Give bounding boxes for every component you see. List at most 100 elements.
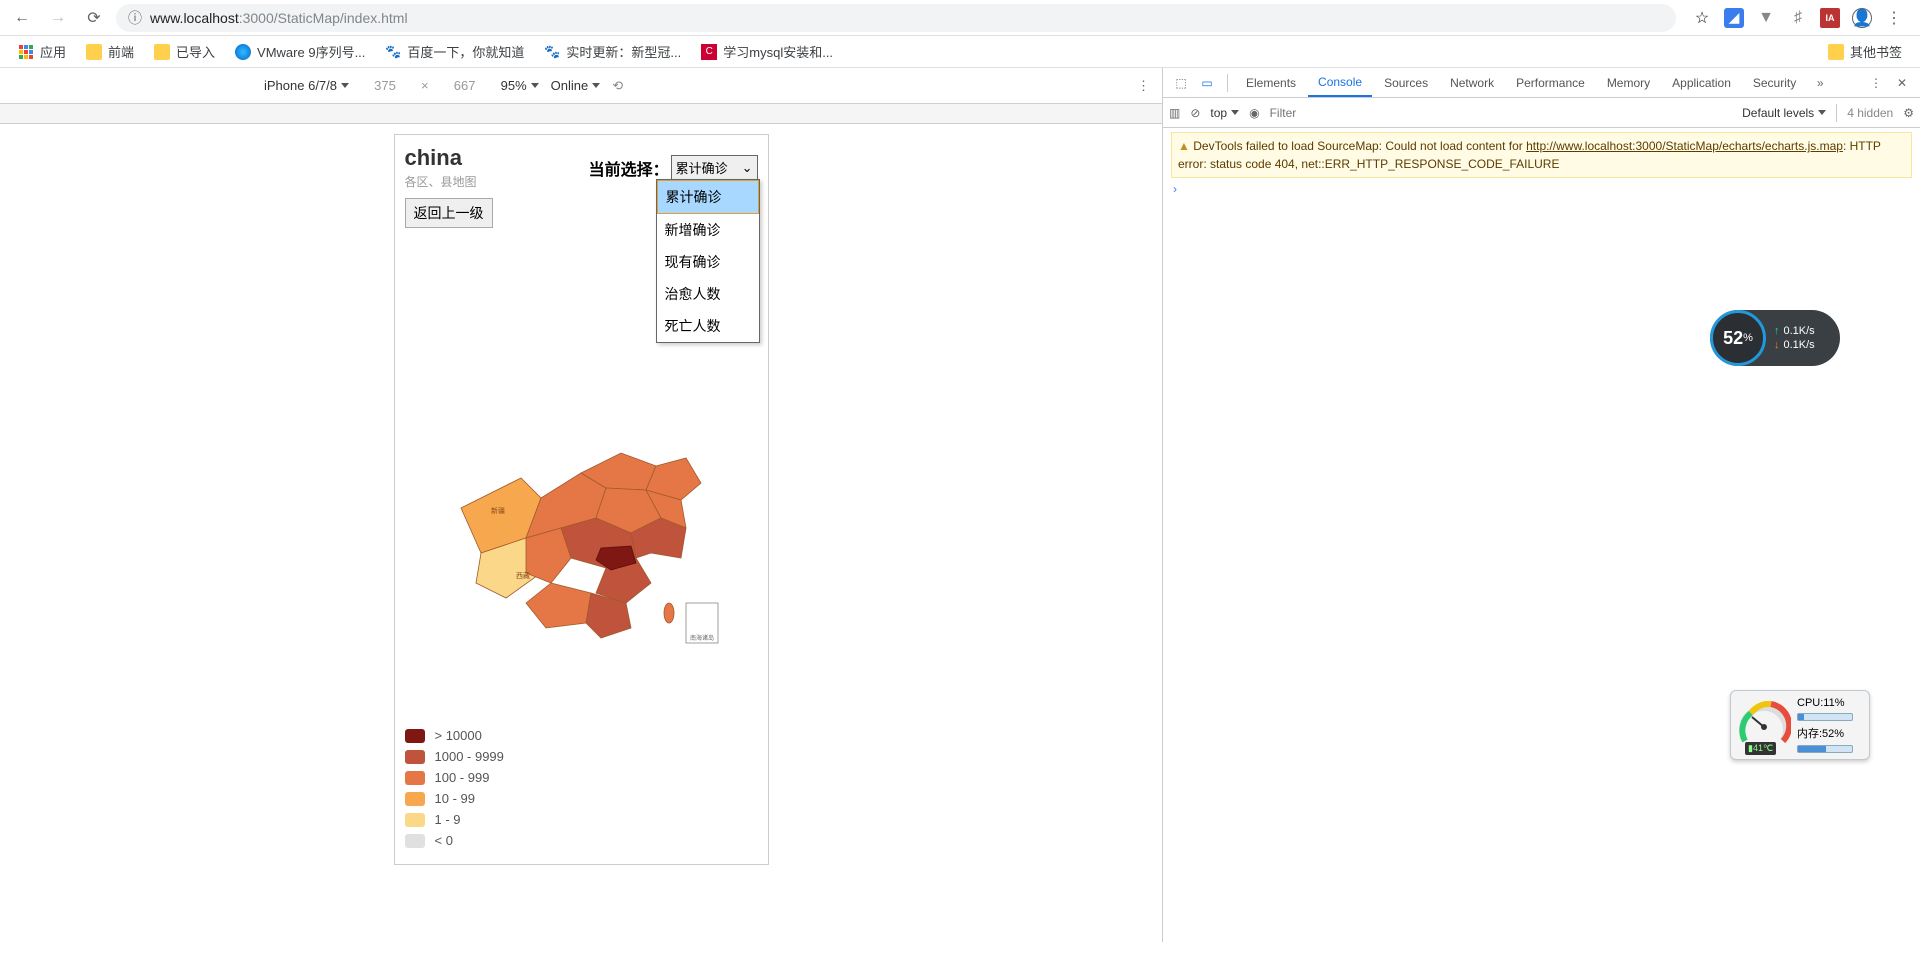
back-level-button[interactable]: 返回上一级 xyxy=(405,198,493,228)
settings-icon[interactable]: ⋮ xyxy=(1864,76,1888,90)
svg-text:新疆: 新疆 xyxy=(491,506,505,515)
height-input[interactable]: 667 xyxy=(441,78,489,93)
browser-nav-bar: ← → ⟳ ⓘ www.localhost:3000/StaticMap/ind… xyxy=(0,0,1920,36)
legend-swatch xyxy=(405,792,425,806)
legend-item: > 10000 xyxy=(405,728,758,743)
rotate-icon[interactable]: ⟲ xyxy=(612,78,623,94)
bookmark-3[interactable]: 🐾百度一下，你就知道 xyxy=(377,38,532,65)
profile-icon[interactable]: 👤 xyxy=(1852,8,1872,28)
metric-dropdown: 累计确诊 新增确诊 现有确诊 治愈人数 死亡人数 xyxy=(656,179,760,343)
bookmark-folder-1[interactable]: 已导入 xyxy=(146,38,223,65)
console-prompt[interactable]: › xyxy=(1171,178,1912,200)
map-legend: > 10000 1000 - 9999 100 - 999 10 - 99 1 … xyxy=(405,728,758,848)
tab-sources[interactable]: Sources xyxy=(1374,70,1438,96)
legend-item: < 0 xyxy=(405,833,758,848)
console-toolbar: ▥ ⊘ top ◉ Default levels 4 hidden ⚙ xyxy=(1163,98,1920,128)
folder-icon xyxy=(1828,44,1844,60)
chevron-down-icon xyxy=(1818,110,1826,115)
dropdown-option-0[interactable]: 累计确诊 xyxy=(657,180,759,214)
site-info-icon[interactable]: ⓘ xyxy=(128,8,142,28)
other-bookmarks[interactable]: 其他书签 xyxy=(1820,38,1910,65)
dropdown-option-2[interactable]: 现有确诊 xyxy=(657,246,759,278)
network-speed-widget[interactable]: 52% ↑0.1K/s ↓0.1K/s xyxy=(1710,310,1840,366)
filter-input[interactable] xyxy=(1270,106,1733,120)
baidu-icon: 🐾 xyxy=(385,44,401,60)
folder-icon xyxy=(154,44,170,60)
tab-application[interactable]: Application xyxy=(1662,70,1741,96)
throttle-selector[interactable]: Online xyxy=(551,78,601,93)
sourcemap-link[interactable]: http://www.localhost:3000/StaticMap/echa… xyxy=(1526,139,1843,153)
tab-elements[interactable]: Elements xyxy=(1236,70,1306,96)
china-map[interactable]: 南海诸岛 新疆 西藏 xyxy=(405,408,758,668)
more-tabs-icon[interactable]: » xyxy=(1808,76,1832,90)
zoom-selector[interactable]: 95% xyxy=(501,78,539,93)
download-stat: ↓0.1K/s xyxy=(1774,339,1815,351)
extension-icon-2[interactable]: ▼ xyxy=(1756,8,1776,28)
chevron-down-icon xyxy=(531,83,539,88)
menu-icon[interactable]: ⋮ xyxy=(1884,8,1904,28)
temp-badge: ▮41℃ xyxy=(1745,742,1776,755)
legend-swatch xyxy=(405,771,425,785)
bookmark-2[interactable]: VMware 9序列号... xyxy=(227,38,373,65)
address-bar[interactable]: ⓘ www.localhost:3000/StaticMap/index.htm… xyxy=(116,4,1676,32)
forward-button[interactable]: → xyxy=(44,4,72,32)
console-warning: ▲ DevTools failed to load SourceMap: Cou… xyxy=(1171,132,1912,178)
folder-icon xyxy=(86,44,102,60)
svg-text:南海诸岛: 南海诸岛 xyxy=(690,634,714,642)
tab-memory[interactable]: Memory xyxy=(1597,70,1660,96)
extension-icon-4[interactable]: IA xyxy=(1820,8,1840,28)
extension-icon-1[interactable]: ◢ xyxy=(1724,8,1744,28)
bookmark-folder-0[interactable]: 前端 xyxy=(78,38,142,65)
mem-label: 内存:52% xyxy=(1797,725,1853,741)
apps-icon xyxy=(18,44,34,60)
map-svg: 南海诸岛 新疆 西藏 xyxy=(431,418,731,658)
dropdown-option-4[interactable]: 死亡人数 xyxy=(657,310,759,342)
apps-label: 应用 xyxy=(40,42,66,61)
metric-select[interactable]: 累计确诊 ⌄ xyxy=(671,155,758,180)
url-text: www.localhost:3000/StaticMap/index.html xyxy=(150,10,408,26)
bookmark-5[interactable]: C学习mysql安装和... xyxy=(693,38,841,65)
eye-icon[interactable]: ◉ xyxy=(1249,106,1259,120)
more-icon[interactable]: ⋮ xyxy=(1137,78,1150,94)
cpu-bar xyxy=(1797,713,1853,721)
chevron-down-icon xyxy=(1231,110,1239,115)
cpu-memory-widget[interactable]: CPU:11% 内存:52% ▮41℃ xyxy=(1730,690,1870,760)
svg-text:西藏: 西藏 xyxy=(516,571,530,580)
device-selector[interactable]: iPhone 6/7/8 xyxy=(264,78,349,93)
device-toolbar: iPhone 6/7/8 375 × 667 95% Online ⟲ ⋮ xyxy=(0,68,1162,104)
dropdown-option-1[interactable]: 新增确诊 xyxy=(657,214,759,246)
legend-item: 100 - 999 xyxy=(405,770,758,785)
bookmark-4[interactable]: 🐾实时更新：新型冠... xyxy=(536,38,689,65)
legend-swatch xyxy=(405,750,425,764)
chevron-down-icon xyxy=(592,83,600,88)
chevron-down-icon xyxy=(341,83,349,88)
reload-button[interactable]: ⟳ xyxy=(80,4,108,32)
legend-swatch xyxy=(405,813,425,827)
width-input[interactable]: 375 xyxy=(361,78,409,93)
tab-security[interactable]: Security xyxy=(1743,70,1806,96)
legend-item: 1 - 9 xyxy=(405,812,758,827)
apps-button[interactable]: 应用 xyxy=(10,38,74,65)
tab-console[interactable]: Console xyxy=(1308,69,1372,97)
upload-stat: ↑0.1K/s xyxy=(1774,325,1815,337)
hidden-count: 4 hidden xyxy=(1847,106,1893,120)
selector-label: 当前选择： xyxy=(589,156,669,180)
star-icon[interactable]: ☆ xyxy=(1692,8,1712,28)
dropdown-option-3[interactable]: 治愈人数 xyxy=(657,278,759,310)
gear-icon[interactable]: ⚙ xyxy=(1903,106,1914,120)
back-button[interactable]: ← xyxy=(8,4,36,32)
tab-performance[interactable]: Performance xyxy=(1506,70,1595,96)
device-mode-icon[interactable]: ▭ xyxy=(1195,76,1219,90)
baidu-icon: 🐾 xyxy=(544,44,560,60)
close-devtools-icon[interactable]: ✕ xyxy=(1890,76,1914,90)
devtools-tabs: ⬚ ▭ Elements Console Sources Network Per… xyxy=(1163,68,1920,98)
console-sidebar-icon[interactable]: ▥ xyxy=(1169,106,1180,120)
context-select[interactable]: top xyxy=(1210,106,1239,120)
extension-icon-3[interactable]: ♯ xyxy=(1788,8,1808,28)
levels-select[interactable]: Default levels xyxy=(1742,106,1826,120)
mem-bar xyxy=(1797,745,1853,753)
inspect-icon[interactable]: ⬚ xyxy=(1169,76,1193,90)
chevron-down-icon: ⌄ xyxy=(742,160,753,176)
tab-network[interactable]: Network xyxy=(1440,70,1504,96)
clear-console-icon[interactable]: ⊘ xyxy=(1190,106,1200,120)
